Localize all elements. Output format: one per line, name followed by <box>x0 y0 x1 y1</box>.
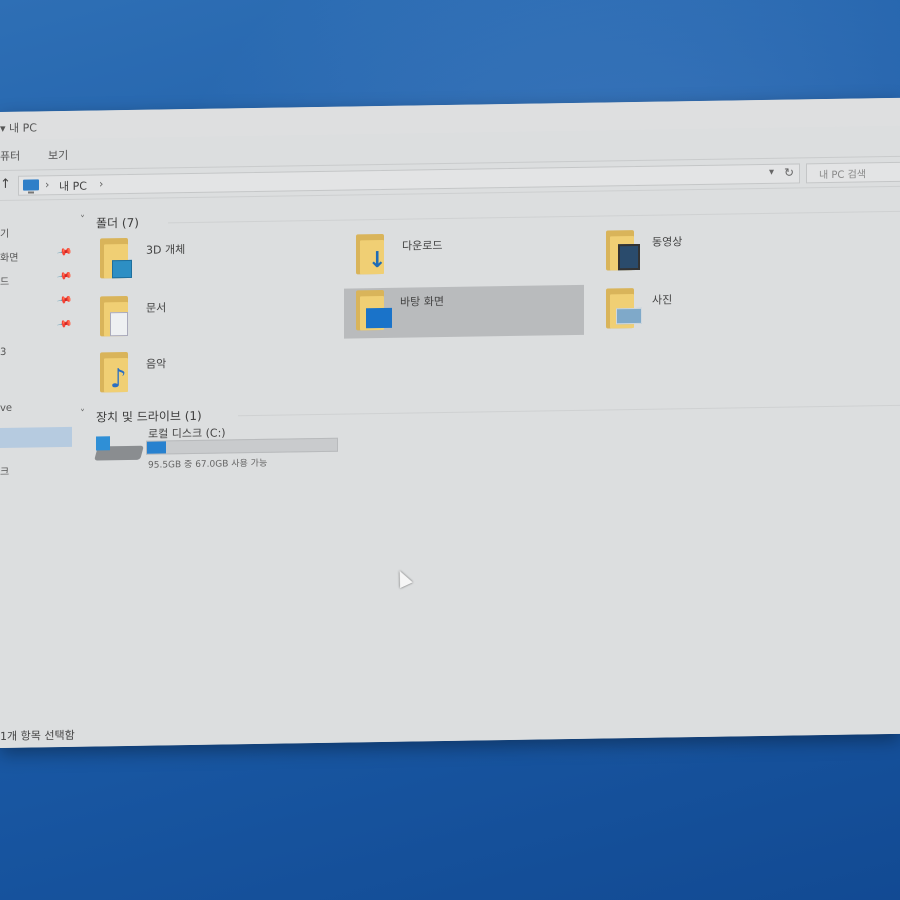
sidebar-item-downloads[interactable]: 드 📌 <box>0 268 73 290</box>
folder-tile-music[interactable]: ♪ 음악 <box>78 347 318 401</box>
sidebar-item[interactable]: 📌 <box>0 292 73 314</box>
sidebar-item-label: 크 <box>0 466 10 478</box>
navigation-pane: 기 화면 📌 드 📌 📌 📌 3 ve 크 <box>0 200 74 722</box>
tab-computer[interactable]: 퓨터 <box>0 148 20 164</box>
sidebar-item-label: 드 <box>0 276 10 288</box>
folder-tile-documents[interactable]: 문서 <box>78 291 318 345</box>
pictures-folder-icon <box>606 288 642 329</box>
videos-folder-icon <box>606 230 640 271</box>
sidebar-item[interactable]: 📌 <box>0 316 73 338</box>
content-pane: ˅ 폴더 (7) 3D 개체 ↓ 다운로드 동영상 문서 바탕 화면 사진 ♪ … <box>78 188 900 721</box>
chevron-down-icon[interactable]: ˅ <box>80 215 85 226</box>
divider <box>168 210 900 224</box>
file-explorer-window: ▾ 내 PC 퓨터 보기 ↑ › 내 PC › ▾ ↻ 내 PC 검색 기 화면… <box>0 97 900 748</box>
sidebar-item-label: 3 <box>0 346 7 358</box>
chevron-down-icon[interactable]: ˅ <box>80 409 85 420</box>
window-title: ▾ 내 PC <box>0 119 37 136</box>
sidebar-item[interactable]: 기 <box>0 221 72 242</box>
folder-label: 동영상 <box>652 235 683 249</box>
section-title: 폴더 (7) <box>96 215 139 231</box>
sidebar-item-label: 화면 <box>0 252 19 264</box>
folder-tile-videos[interactable]: 동영상 <box>584 225 824 279</box>
section-title: 장치 및 드라이브 (1) <box>96 408 202 425</box>
divider <box>238 404 900 417</box>
music-folder-icon: ♪ <box>100 351 128 394</box>
status-text: 1개 항목 선택함 <box>0 728 75 743</box>
folder-label: 문서 <box>146 301 167 315</box>
computer-icon <box>23 179 39 191</box>
folder-tile-pictures[interactable]: 사진 <box>584 283 824 337</box>
drive-free-space: 95.5GB 중 67.0GB 사용 가능 <box>148 458 268 471</box>
search-input[interactable]: 내 PC 검색 <box>806 161 900 184</box>
folder-tile-desktop[interactable]: 바탕 화면 <box>344 284 584 339</box>
drive-tile-c[interactable]: 로컬 디스크 (C:) 95.5GB 중 67.0GB 사용 가능 <box>92 422 352 476</box>
folder-label: 사진 <box>652 293 673 307</box>
folder-label: 바탕 화면 <box>400 295 444 309</box>
drive-usage-bar <box>146 437 338 455</box>
pin-icon[interactable]: 📌 <box>56 244 73 260</box>
windows-logo-icon <box>96 436 110 451</box>
chevron-right-icon[interactable]: › <box>99 177 103 190</box>
tab-view[interactable]: 보기 <box>48 147 68 163</box>
desktop-folder-icon <box>356 289 392 331</box>
folder-tile-3d-objects[interactable]: 3D 개체 <box>78 233 318 287</box>
downloads-folder-icon: ↓ <box>356 233 386 275</box>
chevron-down-icon[interactable]: ▾ <box>769 167 774 178</box>
folder-tile-downloads[interactable]: ↓ 다운로드 <box>334 229 574 283</box>
pin-icon[interactable]: 📌 <box>56 292 73 308</box>
chevron-right-icon[interactable]: › <box>45 178 49 191</box>
breadcrumb-this-pc[interactable]: 내 PC <box>59 178 87 194</box>
sidebar-item-desktop[interactable]: 화면 📌 <box>0 244 73 266</box>
search-placeholder: 내 PC 검색 <box>819 169 866 182</box>
pin-icon[interactable]: 📌 <box>56 316 73 332</box>
hard-drive-icon <box>94 436 144 463</box>
sidebar-item[interactable]: 3 <box>0 343 72 364</box>
folder-label: 3D 개체 <box>146 243 186 257</box>
sidebar-item-label: 기 <box>0 228 10 240</box>
window-title-text: 내 PC <box>9 121 37 135</box>
sidebar-item-network[interactable]: 크 <box>0 459 72 480</box>
documents-folder-icon <box>100 295 128 337</box>
sidebar-item-this-pc[interactable] <box>0 426 72 448</box>
refresh-icon[interactable]: ↻ <box>784 166 794 180</box>
3d-objects-folder-icon <box>100 237 132 279</box>
down-arrow-icon[interactable]: ▾ <box>0 122 9 135</box>
sidebar-item-onedrive[interactable]: ve <box>0 399 72 420</box>
folder-label: 음악 <box>146 357 167 371</box>
pin-icon[interactable]: 📌 <box>56 268 73 284</box>
drive-usage-fill <box>147 441 166 454</box>
folder-label: 다운로드 <box>402 239 443 253</box>
up-arrow-icon[interactable]: ↑ <box>0 177 11 192</box>
sidebar-item-label: ve <box>0 402 13 414</box>
